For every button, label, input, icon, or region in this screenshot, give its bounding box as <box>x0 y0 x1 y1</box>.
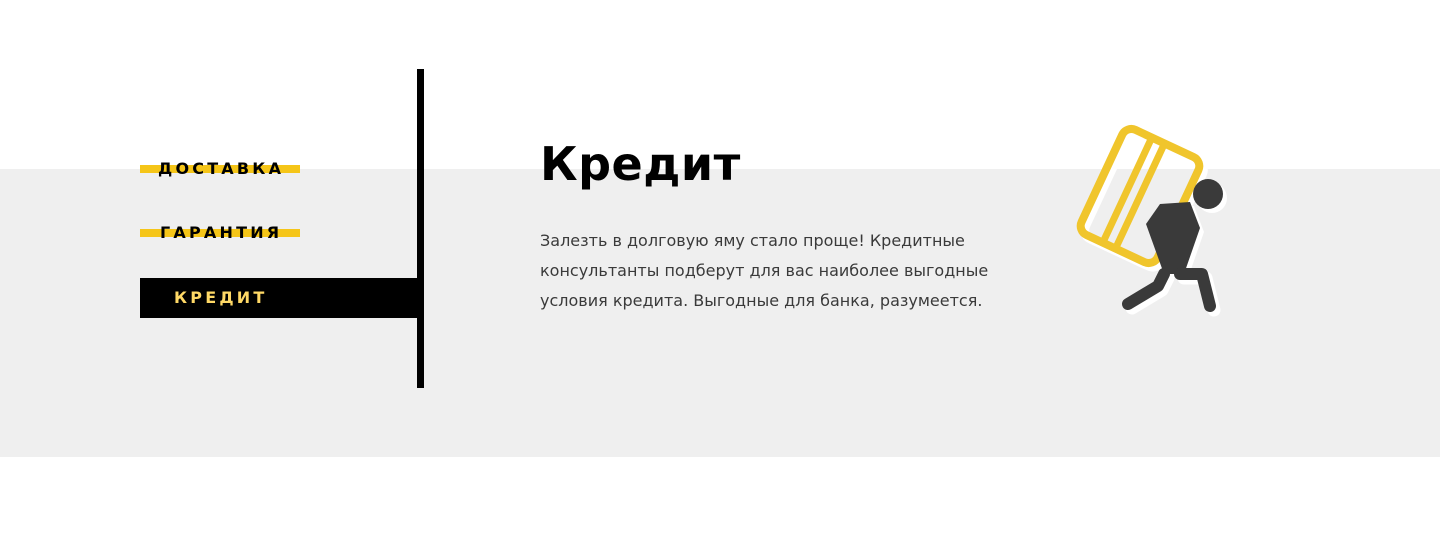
person-icon <box>1122 179 1227 317</box>
tab-delivery-label: ДОСТАВКА <box>158 159 285 178</box>
vertical-divider <box>417 69 424 388</box>
tab-credit[interactable]: КРЕДИТ <box>140 278 417 318</box>
content-description: Залезть в долговую яму стало проще! Кред… <box>540 231 989 310</box>
tab-credit-label: КРЕДИТ <box>174 288 268 307</box>
tab-warranty-label: ГАРАНТИЯ <box>160 223 283 242</box>
content-title: Кредит <box>540 137 741 191</box>
tab-delivery[interactable]: ДОСТАВКА <box>140 155 417 185</box>
services-section: ДОСТАВКА ГАРАНТИЯ КРЕДИТ Кредит Залезть … <box>0 0 1440 547</box>
person-carrying-credit-card-icon <box>1076 124 1227 317</box>
tab-warranty[interactable]: ГАРАНТИЯ <box>140 220 417 250</box>
